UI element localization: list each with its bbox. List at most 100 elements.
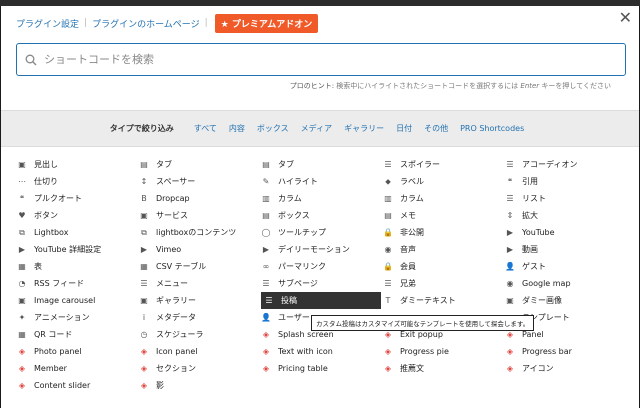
shortcode-icon: ◈ [384,330,392,339]
shortcode-item[interactable]: ⋯ 仕切り [17,173,135,190]
search-input[interactable] [44,53,604,66]
shortcode-item[interactable]: ▣ Image carousel [17,292,135,309]
shortcode-item[interactable]: i メタデータ [139,309,257,326]
shortcode-label: Icon panel [156,347,198,356]
plugin-settings-link[interactable]: プラグイン設定 [16,17,79,30]
shortcode-label: ハイライト [278,177,318,186]
shortcode-label: YouTube [522,228,555,237]
shortcode-item[interactable]: ◈ Pricing table [261,360,379,377]
shortcode-item[interactable]: ↕ スペーサー [139,173,257,190]
shortcode-icon: ▣ [18,296,26,305]
shortcode-item[interactable]: ◯ ツールチップ [261,224,379,241]
shortcode-item[interactable]: ☰ アコーディオン [505,156,623,173]
shortcode-item[interactable]: ◈ アイコン [505,360,623,377]
shortcode-item[interactable]: ⧉ lightboxのコンテンツ [139,224,257,241]
filter-tab[interactable]: 日付 [396,123,412,134]
shortcode-label: ダミーテキスト [400,296,456,305]
shortcode-item[interactable]: ∞ パーマリンク [261,258,379,275]
shortcode-icon: ▤ [262,211,270,220]
shortcode-item[interactable]: ◈ Content slider [17,377,135,394]
shortcode-icon: ◈ [506,347,514,356]
shortcode-item[interactable]: ☰ 兄弟 [383,275,501,292]
filter-tab[interactable]: メディア [301,123,332,134]
shortcode-item[interactable]: ☰ リスト [505,190,623,207]
filter-tab[interactable]: ボックス [257,123,289,134]
close-icon[interactable]: ✕ [619,10,632,26]
shortcode-item[interactable]: ☰ メニュー [139,275,257,292]
shortcode-label: Google map [522,279,571,288]
shortcode-item[interactable]: ▣ ギャラリー [139,292,257,309]
shortcode-item[interactable]: ▤ タブ [139,156,257,173]
shortcode-label: ラベル [400,177,424,186]
shortcode-icon: ❝ [19,194,25,203]
shortcode-item[interactable]: ◈ セクション [139,360,257,377]
shortcode-label: パーマリンク [278,262,326,271]
shortcode-icon: ◈ [140,364,148,373]
shortcode-item[interactable]: ▶ YouTube [505,224,623,241]
shortcode-item[interactable]: ◷ スケジューラ [139,326,257,343]
shortcode-item[interactable]: ❝ 引用 [505,173,623,190]
shortcode-item[interactable]: ✦ アニメーション [17,309,135,326]
premium-addons-button[interactable]: ★ プレミアムアドオン [214,13,319,33]
shortcode-item[interactable]: ♥ ボタン [17,207,135,224]
shortcode-item[interactable]: ▶ YouTube 詳細設定 [17,241,135,258]
shortcode-item[interactable]: ☰ サブページ [261,275,379,292]
shortcode-item[interactable]: ☰ スポイラー [383,156,501,173]
shortcode-item[interactable]: ▣ ダミー画像 [505,292,623,309]
shortcode-label: スポイラー [400,160,440,169]
shortcode-item[interactable]: ▤ タブ [261,156,379,173]
shortcode-item[interactable]: ✎ ハイライト [261,173,379,190]
shortcode-item[interactable]: ▦ CSV テーブル [139,258,257,275]
filter-tab[interactable]: 内容 [229,123,245,134]
shortcode-item[interactable]: ▶ Vimeo [139,241,257,258]
plugin-home-link[interactable]: プラグインのホームページ [92,17,200,30]
filter-tab[interactable]: PRO Shortcodes [460,124,524,133]
shortcode-item[interactable]: ◈ 推薦文 [383,360,501,377]
shortcode-icon: ◈ [18,381,26,390]
shortcode-item[interactable]: ▦ QR コード [17,326,135,343]
shortcode-item[interactable]: ◈ Text with icon [261,343,379,360]
shortcode-item[interactable]: 🔒 会員 [383,258,501,275]
shortcode-item[interactable]: ◈ Progress bar [505,343,623,360]
shortcode-label: アコーディオン [522,160,578,169]
shortcode-item[interactable]: ▤ メモ [383,207,501,224]
shortcode-item[interactable]: ⬥ ラベル [383,173,501,190]
shortcode-item[interactable]: ◈ Photo panel [17,343,135,360]
shortcode-item[interactable]: ⇕ 拡大 [505,207,623,224]
shortcode-item[interactable]: ▣ 見出し [17,156,135,173]
shortcode-item[interactable]: ▶ 動画 [505,241,623,258]
shortcode-icon: ↕ [140,177,148,186]
shortcode-label: 表 [34,262,42,271]
filter-tab[interactable]: ギャラリー [344,123,384,134]
shortcode-item[interactable]: ◉ 音声 [383,241,501,258]
shortcode-item[interactable]: ◈ Icon panel [139,343,257,360]
shortcode-item[interactable]: ◈ Member [17,360,135,377]
shortcode-item[interactable]: ❝ プルクオート [17,190,135,207]
filter-tab[interactable]: すべて [194,123,217,134]
shortcode-icon: T [385,296,391,305]
shortcode-item[interactable]: ▥ カラム [383,190,501,207]
shortcode-item[interactable]: T ダミーテキスト [383,292,501,309]
shortcode-item[interactable]: ◉ Google map [505,275,623,292]
shortcode-item[interactable]: ▶ デイリーモーション [261,241,379,258]
shortcode-item[interactable]: ☰ 投稿 [261,292,381,309]
search-box[interactable] [16,43,626,76]
shortcode-item[interactable]: ◈ 影 [139,377,257,394]
shortcode-item[interactable]: ▦ 表 [17,258,135,275]
shortcode-item[interactable]: ⧉ Lightbox [17,224,135,241]
filter-tab[interactable]: その他 [424,123,448,134]
shortcode-item[interactable]: ▣ サービス [139,207,257,224]
shortcode-item[interactable]: ◔ RSS フィード [17,275,135,292]
shortcode-row: ◈ Content slider ◈ 影 [17,377,627,394]
shortcode-icon: ▶ [262,245,270,254]
shortcode-item[interactable]: ▤ ボックス [261,207,379,224]
shortcode-item[interactable]: ▥ カラム [261,190,379,207]
shortcode-item[interactable]: 👤 ゲスト [505,258,623,275]
enter-key: Enter [520,82,540,90]
shortcode-label: 音声 [400,245,416,254]
shortcode-icon: ⧉ [141,227,147,237]
shortcode-item[interactable]: ◈ Progress pie [383,343,501,360]
shortcode-item[interactable]: B Dropcap [139,190,257,207]
shortcode-icon: ⋯ [18,177,26,186]
shortcode-item[interactable]: 🔒 非公開 [383,224,501,241]
